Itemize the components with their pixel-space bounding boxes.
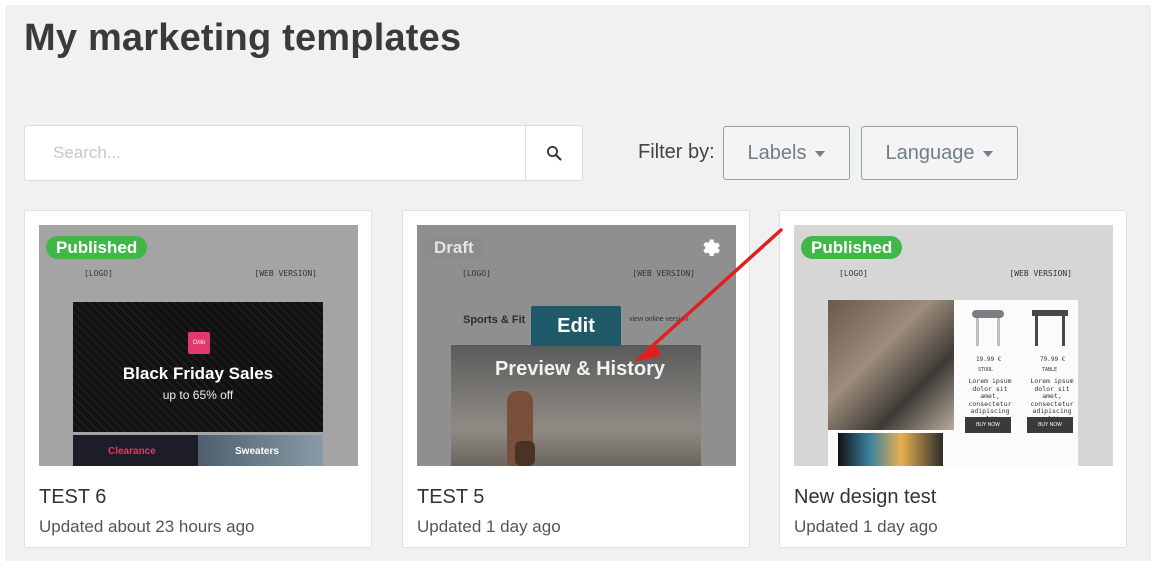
- thumb-web-version: [WEB VERSION]: [1009, 269, 1072, 278]
- search-button[interactable]: [525, 126, 582, 180]
- product-table-image: [1024, 310, 1076, 350]
- template-card[interactable]: Published [LOGO] [WEB VERSION] Onlo Blac…: [24, 210, 372, 548]
- search-input[interactable]: [25, 126, 525, 180]
- template-thumbnail[interactable]: Published [LOGO] [WEB VERSION] Onlo Blac…: [39, 225, 358, 466]
- buy-now-button-1: BUY NOW: [965, 417, 1011, 433]
- templates-page: My marketing templates Filter by: Labels…: [5, 5, 1151, 561]
- language-filter-button[interactable]: Language: [861, 126, 1018, 180]
- template-card[interactable]: Draft [LOGO] [WEB VERSION] Sports & Fit …: [402, 210, 750, 548]
- brand-logo: Onlo: [188, 332, 210, 354]
- filter-label: Filter by:: [638, 141, 715, 163]
- product-2-name: TABLE: [1042, 367, 1058, 373]
- thumb-logo: [LOGO]: [462, 269, 491, 278]
- chevron-down-icon: [815, 151, 826, 157]
- chevron-down-icon: [983, 151, 994, 157]
- thumb-product-grid: 19.99 € STOOL Lorem ipsum dolor sit amet…: [828, 300, 1078, 466]
- tile-left-label: Clearance: [108, 446, 156, 457]
- card-updated: Updated 1 day ago: [794, 517, 938, 536]
- thumb-tile-right: Sweaters: [198, 435, 323, 466]
- card-title[interactable]: TEST 5: [417, 486, 484, 509]
- buy-now-button-2: BUY NOW: [1027, 417, 1073, 433]
- product-1-price: 19.99 €: [976, 356, 1002, 363]
- product-2-price: 79.99 €: [1040, 356, 1066, 363]
- labels-filter-label: Labels: [747, 141, 807, 164]
- card-updated: Updated 1 day ago: [417, 517, 561, 536]
- runner-shoe: [515, 441, 535, 466]
- thumb-web-version: [WEB VERSION]: [254, 269, 317, 278]
- product-1-name: STOOL: [978, 367, 994, 373]
- thumb-logo: [LOGO]: [84, 269, 113, 278]
- thumb-web-version: [WEB VERSION]: [632, 269, 695, 278]
- card-title[interactable]: TEST 6: [39, 486, 106, 509]
- status-badge: Published: [801, 236, 903, 259]
- search-box: [24, 125, 583, 181]
- thumb-headline: Sports & Fit: [463, 314, 526, 326]
- preview-history-link[interactable]: Preview & History: [491, 358, 669, 381]
- thumb-room-photo: [828, 300, 954, 430]
- thumb-tile-left: Clearance: [73, 435, 198, 466]
- status-badge: Draft: [424, 236, 484, 259]
- thumb-subline: up to 65% off: [162, 388, 234, 402]
- template-card[interactable]: Published [LOGO] [WEB VERSION] 19.99 € S…: [779, 210, 1127, 548]
- thumb-banner: [838, 433, 943, 466]
- search-icon: [547, 146, 562, 161]
- edit-button[interactable]: Edit: [531, 306, 621, 346]
- page-title: My marketing templates: [24, 17, 462, 59]
- labels-filter-button[interactable]: Labels: [723, 126, 850, 180]
- thumb-view-online: view online version: [629, 316, 689, 323]
- status-badge: Published: [46, 236, 148, 259]
- thumb-hero-banner: Onlo Black Friday Sales up to 65% off: [73, 302, 323, 432]
- thumb-logo: [LOGO]: [839, 269, 868, 278]
- language-filter-label: Language: [885, 141, 975, 164]
- thumb-headline: Black Friday Sales: [122, 364, 274, 383]
- product-stool-image: [962, 310, 1014, 350]
- gear-icon[interactable]: [700, 236, 722, 263]
- card-updated: Updated about 23 hours ago: [39, 517, 255, 536]
- tile-right-label: Sweaters: [235, 446, 279, 457]
- template-thumbnail[interactable]: Draft [LOGO] [WEB VERSION] Sports & Fit …: [417, 225, 736, 466]
- template-thumbnail[interactable]: Published [LOGO] [WEB VERSION] 19.99 € S…: [794, 225, 1113, 466]
- card-title[interactable]: New design test: [794, 486, 936, 509]
